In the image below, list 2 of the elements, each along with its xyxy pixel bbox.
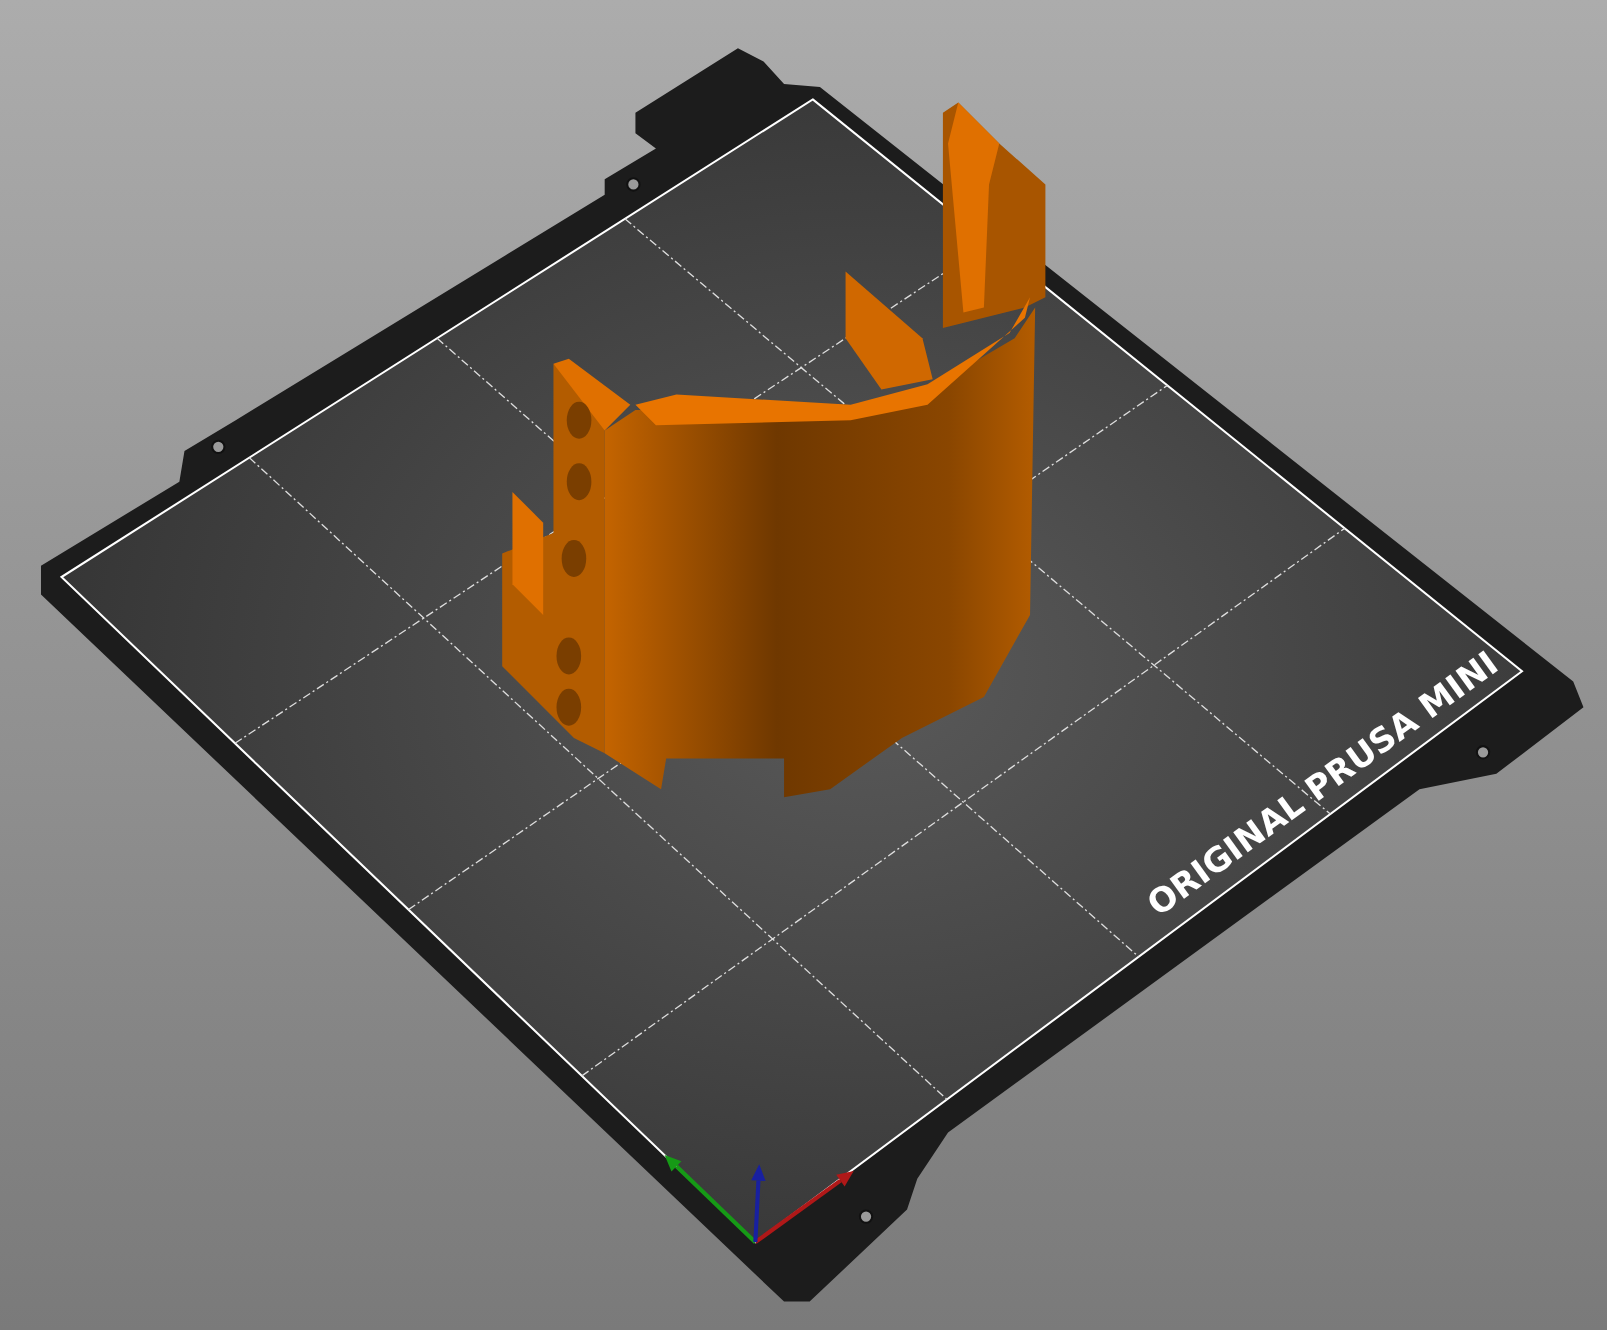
mounting-hole (626, 177, 641, 192)
3d-model-drawing[interactable] (502, 102, 1046, 798)
